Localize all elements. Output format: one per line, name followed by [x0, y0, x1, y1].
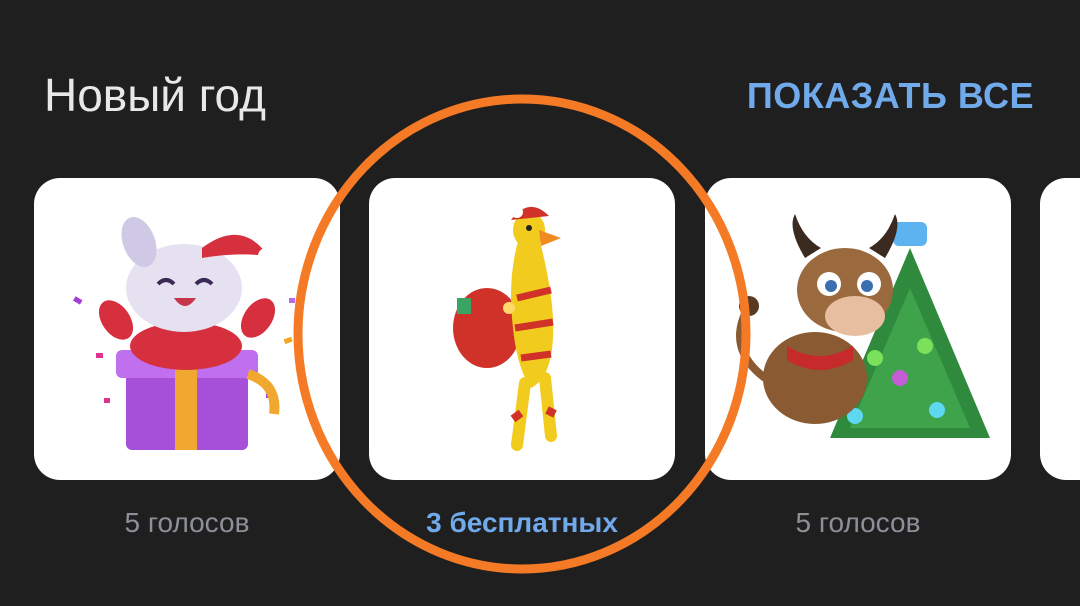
sticker-card-chicken[interactable] — [369, 178, 675, 480]
show-all-button[interactable]: ПОКАЗАТЬ ВСЕ — [747, 78, 1034, 114]
cat-gift-sticker-icon — [73, 216, 295, 450]
sticker-card-bull[interactable] — [705, 178, 1011, 480]
section-title: Новый год — [44, 69, 266, 121]
bull-tree-sticker-icon — [736, 214, 990, 438]
sticker-card-cat[interactable] — [34, 178, 340, 480]
sticker-card-partial[interactable] — [1040, 178, 1080, 480]
sticker-caption-chicken: 3 бесплатных — [426, 507, 618, 538]
sticker-caption-cat: 5 голосов — [124, 507, 250, 538]
chicken-sticker-icon — [453, 206, 561, 451]
sticker-caption-bull: 5 голосов — [795, 507, 921, 538]
